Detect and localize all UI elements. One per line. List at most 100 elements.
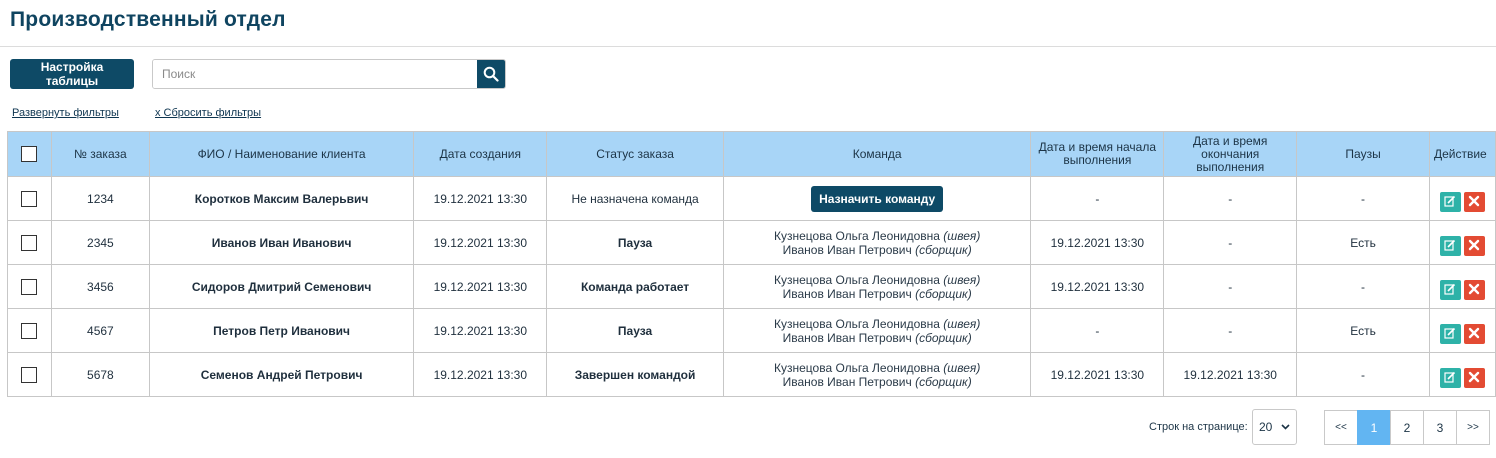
order-status: Завершен командой [546,352,724,397]
team-member-role: (сборщик) [915,374,972,389]
team-member: Иванов Иван Петрович (сборщик) [724,243,1030,257]
team-cell: Назначить команду [722,176,1032,221]
next-page-button[interactable]: >> [1456,410,1490,445]
action-cell [1428,308,1496,353]
team-member-name: Иванов Иван Петрович [782,242,912,257]
team-member-name: Иванов Иван Петрович [782,330,912,345]
pagination: << 1 2 3 >> [1324,410,1490,445]
orders-table: № заказа ФИО / Наименование клиента Дата… [7,131,1496,397]
team-member-role: (швея) [943,360,981,375]
rows-per-page-value: 20 [1259,420,1273,434]
edit-button[interactable] [1439,323,1461,344]
created-date: 19.12.2021 13:30 [413,352,548,397]
team-member-role: (сборщик) [915,286,972,301]
delete-button[interactable] [1463,279,1485,300]
edit-icon [1444,371,1456,383]
assign-team-button[interactable]: Назначить команду [811,185,944,212]
row-checkbox[interactable] [21,234,38,251]
row-checkbox[interactable] [21,322,38,339]
start-datetime: - [1030,308,1165,353]
expand-filters-link[interactable]: Развернуть фильтры [12,107,119,119]
team-member-name: Кузнецова Ольга Леонидовна [774,316,940,331]
header-created[interactable]: Дата создания [413,131,548,177]
team-cell: Кузнецова Ольга Леонидовна (швея) Иванов… [722,308,1032,353]
team-member-role: (швея) [943,228,981,243]
edit-icon [1444,239,1456,251]
search-input[interactable] [153,60,477,88]
row-checkbox[interactable] [21,278,38,295]
end-datetime: - [1163,264,1298,309]
edit-button[interactable] [1439,279,1461,300]
table-header-row: № заказа ФИО / Наименование клиента Дата… [7,131,1496,177]
table-row: 4567 Петров Петр Иванович 19.12.2021 13:… [7,308,1496,353]
pauses: Есть [1296,220,1430,265]
rows-per-page-select[interactable]: 20 [1252,409,1297,445]
team-member-role: (сборщик) [915,330,972,345]
page-title: Производственный отдел [10,8,286,31]
action-cell [1428,220,1496,265]
header-end[interactable]: Дата и время окончания выполнения [1163,131,1298,177]
header-status[interactable]: Статус заказа [546,131,724,177]
order-number: 4567 [50,308,150,353]
header-order-no[interactable]: № заказа [50,131,150,177]
header-client[interactable]: ФИО / Наименование клиента [148,131,415,177]
delete-button[interactable] [1463,235,1485,256]
order-status: Не назначена команда [546,176,724,221]
page-button-3[interactable]: 3 [1423,410,1457,445]
page-button-1[interactable]: 1 [1357,410,1391,445]
edit-button[interactable] [1439,191,1461,212]
header-start[interactable]: Дата и время начала выполнения [1030,131,1165,177]
start-datetime: 19.12.2021 13:30 [1030,352,1165,397]
start-datetime: 19.12.2021 13:30 [1030,264,1165,309]
select-all-checkbox[interactable] [21,146,38,162]
header-divider [0,46,1496,47]
action-cell [1428,176,1496,221]
reset-filters-link[interactable]: x Сбросить фильтры [155,107,261,119]
row-checkbox[interactable] [21,366,38,383]
header-team[interactable]: Команда [722,131,1032,177]
created-date: 19.12.2021 13:30 [413,220,548,265]
edit-icon [1444,283,1456,295]
close-icon [1469,195,1480,206]
client-name: Петров Петр Иванович [148,308,415,353]
table-settings-button[interactable]: Настройка таблицы [10,59,134,89]
created-date: 19.12.2021 13:30 [413,176,548,221]
created-date: 19.12.2021 13:30 [413,264,548,309]
order-number: 5678 [50,352,150,397]
action-cell [1428,264,1496,309]
edit-button[interactable] [1439,367,1461,388]
end-datetime: - [1163,220,1298,265]
delete-button[interactable] [1463,367,1485,388]
team-member: Кузнецова Ольга Леонидовна (швея) [724,361,1030,375]
team-member-name: Иванов Иван Петрович [782,286,912,301]
start-datetime: 19.12.2021 13:30 [1030,220,1165,265]
team-member: Кузнецова Ольга Леонидовна (швея) [724,317,1030,331]
order-status: Пауза [546,220,724,265]
row-select-cell [7,220,52,265]
edit-button[interactable] [1439,235,1461,256]
row-checkbox[interactable] [21,190,38,207]
page-button-2[interactable]: 2 [1390,410,1424,445]
team-cell: Кузнецова Ольга Леонидовна (швея) Иванов… [722,264,1032,309]
team-cell: Кузнецова Ольга Леонидовна (швея) Иванов… [722,220,1032,265]
search-box [152,59,506,89]
order-number: 1234 [50,176,150,221]
start-datetime: - [1030,176,1165,221]
row-select-cell [7,176,52,221]
search-icon [483,66,499,82]
delete-button[interactable] [1463,323,1485,344]
pauses: Есть [1296,308,1430,353]
team-member-name: Кузнецова Ольга Леонидовна [774,360,940,375]
team-member-name: Иванов Иван Петрович [782,374,912,389]
row-select-cell [7,264,52,309]
first-page-button[interactable]: << [1324,410,1358,445]
header-pauses[interactable]: Паузы [1296,131,1430,177]
delete-button[interactable] [1463,191,1485,212]
team-member-name: Кузнецова Ольга Леонидовна [774,228,940,243]
team-member-name: Кузнецова Ольга Леонидовна [774,272,940,287]
team-member-role: (швея) [943,272,981,287]
search-button[interactable] [477,60,505,88]
table-row: 1234 Коротков Максим Валерьвич 19.12.202… [7,176,1496,221]
order-status: Команда работает [546,264,724,309]
client-name: Сидоров Дмитрий Семенович [148,264,415,309]
